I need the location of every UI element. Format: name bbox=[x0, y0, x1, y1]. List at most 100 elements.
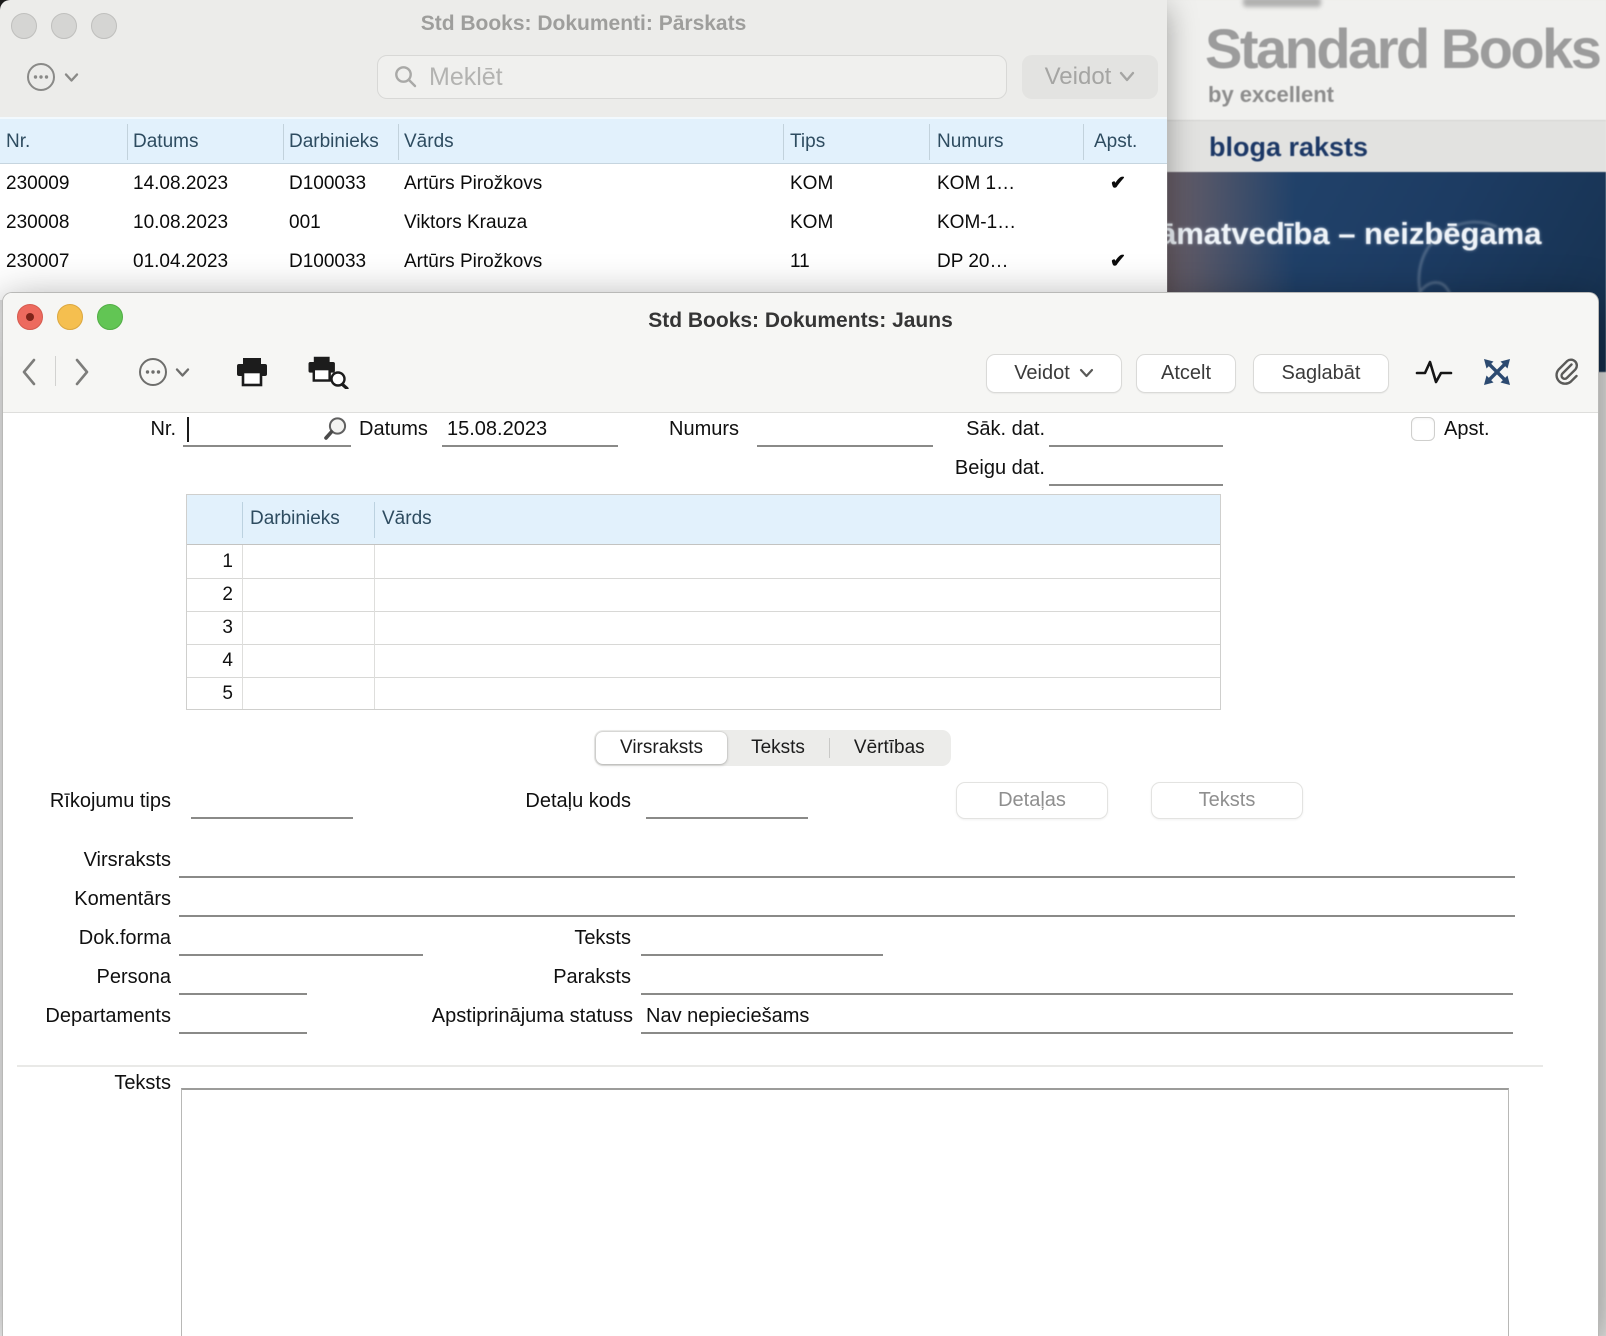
check-icon: ✔ bbox=[1110, 164, 1150, 203]
persona-label: Persona bbox=[3, 961, 171, 993]
search-input[interactable]: Meklēt bbox=[377, 55, 1007, 99]
grid-row-number: 1 bbox=[187, 545, 242, 578]
tab-virsraksts[interactable]: Virsraksts bbox=[596, 732, 727, 764]
column-header-darbinieks[interactable]: Darbinieks bbox=[289, 119, 379, 164]
teksts-button[interactable]: Teksts bbox=[1151, 782, 1303, 819]
paraksts-input[interactable] bbox=[641, 961, 1513, 995]
more-options-icon[interactable] bbox=[24, 60, 94, 94]
fg-window-titlebar[interactable]: Std Books: Dokuments: Jauns bbox=[3, 293, 1598, 341]
activity-icon[interactable] bbox=[1415, 351, 1453, 393]
lookup-icon[interactable] bbox=[322, 416, 349, 448]
rikojumu-tips-label: Rīkojumu tips bbox=[3, 785, 171, 817]
table-row[interactable]: 230007 01.04.2023 D100033 Artūrs Pirožko… bbox=[0, 242, 1167, 281]
create-button[interactable]: Veidot bbox=[986, 354, 1122, 393]
check-icon bbox=[1110, 203, 1150, 242]
tab-bar: Virsraksts Teksts Vērtības bbox=[594, 730, 951, 766]
hero-title: āmatvedība – neizbēgama bbox=[1167, 216, 1542, 252]
search-icon bbox=[393, 64, 419, 90]
column-header-numurs[interactable]: Numurs bbox=[937, 119, 1004, 164]
bg-window-title: Std Books: Dokumenti: Pārskats bbox=[0, 12, 1167, 36]
apstiprinajuma-statuss-label: Apstiprinājuma statuss bbox=[393, 1000, 633, 1032]
table-row[interactable]: 230008 10.08.2023 001 Viktors Krauza KOM… bbox=[0, 203, 1167, 242]
apst-checkbox[interactable] bbox=[1411, 417, 1435, 441]
komentars-label: Komentārs bbox=[3, 883, 171, 915]
check-icon: ✔ bbox=[1110, 242, 1150, 281]
search-placeholder: Meklēt bbox=[429, 63, 503, 92]
nr-label: Nr. bbox=[96, 413, 176, 445]
column-header-nr[interactable]: Nr. bbox=[6, 119, 30, 164]
attachment-icon[interactable] bbox=[1551, 351, 1581, 393]
dok-forma-label: Dok.forma bbox=[3, 922, 171, 954]
more-options-icon[interactable] bbox=[136, 351, 202, 393]
tab-teksts[interactable]: Teksts bbox=[727, 732, 829, 764]
list-header-row: Nr. Datums Darbinieks Vārds Tips Numurs … bbox=[0, 117, 1167, 164]
detalu-kods-input[interactable] bbox=[646, 785, 808, 819]
grid-cell-vards[interactable] bbox=[375, 545, 1220, 710]
beigu-dat-label: Beigu dat. bbox=[939, 452, 1045, 484]
column-header-tips[interactable]: Tips bbox=[790, 119, 825, 164]
sak-dat-input[interactable] bbox=[1049, 413, 1223, 447]
beigu-dat-input[interactable] bbox=[1049, 452, 1223, 486]
grid-column-vards: Vārds bbox=[382, 495, 432, 543]
brand-tagline: by excellent bbox=[1208, 82, 1334, 108]
datums-label: Datums bbox=[359, 413, 428, 445]
fg-window-title: Std Books: Dokuments: Jauns bbox=[3, 309, 1598, 333]
numurs-input[interactable] bbox=[757, 413, 933, 447]
section-divider bbox=[17, 1065, 1543, 1067]
column-header-vards[interactable]: Vārds bbox=[404, 119, 454, 164]
chevron-down-icon bbox=[1079, 368, 1094, 379]
datums-input[interactable]: 15.08.2023 bbox=[442, 413, 618, 447]
expand-icon[interactable] bbox=[1481, 351, 1513, 393]
print-icon[interactable] bbox=[233, 351, 271, 393]
persona-input[interactable] bbox=[179, 961, 307, 995]
save-button[interactable]: Saglabāt bbox=[1253, 354, 1389, 393]
employee-grid: Darbinieks Vārds 1 2 3 4 5 bbox=[186, 494, 1221, 710]
window-dokuments-jauns: Std Books: Dokuments: Jauns bbox=[2, 292, 1599, 1336]
apst-label: Apst. bbox=[1444, 413, 1490, 445]
departaments-label: Departaments bbox=[3, 1000, 171, 1032]
toolbar-divider bbox=[55, 356, 56, 386]
grid-row-number: 2 bbox=[187, 578, 242, 611]
grid-row-number: 5 bbox=[187, 677, 242, 710]
grid-row-number: 4 bbox=[187, 644, 242, 677]
chevron-down-icon bbox=[1119, 71, 1135, 83]
dok-forma-input[interactable] bbox=[179, 922, 423, 956]
bottom-teksts-label: Teksts bbox=[71, 1067, 171, 1099]
komentars-input[interactable] bbox=[179, 883, 1515, 917]
apstiprinajuma-statuss-input[interactable]: Nav nepieciešams bbox=[641, 1000, 1513, 1034]
paraksts-label: Paraksts bbox=[463, 961, 631, 993]
sak-dat-label: Sāk. dat. bbox=[943, 413, 1045, 445]
grid-row-number: 3 bbox=[187, 611, 242, 644]
detalu-kods-label: Detaļu kods bbox=[463, 785, 631, 817]
grid-cell-darbinieks[interactable] bbox=[243, 545, 374, 710]
tab-vertibas[interactable]: Vērtības bbox=[830, 732, 949, 764]
webpage-header: Standard Books by excellent bbox=[1167, 0, 1606, 120]
window-dokumenti-parskats: Std Books: Dokumenti: Pārskats Meklēt Ve… bbox=[0, 0, 1167, 300]
teksts-textarea[interactable] bbox=[181, 1088, 1509, 1336]
nr-input[interactable] bbox=[183, 413, 351, 447]
rikojumu-tips-input[interactable] bbox=[191, 785, 353, 819]
print-preview-icon[interactable] bbox=[305, 351, 351, 393]
grid-column-darbinieks: Darbinieks bbox=[250, 495, 340, 543]
column-header-apst[interactable]: Apst. bbox=[1094, 119, 1137, 164]
teksts-mid-label: Teksts bbox=[463, 922, 631, 954]
numurs-label: Numurs bbox=[669, 413, 739, 445]
document-list: 230009 14.08.2023 D100033 Artūrs Pirožko… bbox=[0, 164, 1167, 300]
virsraksts-input[interactable] bbox=[179, 844, 1515, 878]
teksts-mid-input[interactable] bbox=[641, 922, 883, 956]
create-button-inactive[interactable]: Veidot bbox=[1022, 55, 1158, 99]
brand-logo: Standard Books bbox=[1205, 16, 1599, 81]
webpage-nav-bar: bloga raksts bbox=[1167, 120, 1606, 173]
detalas-button[interactable]: Detaļas bbox=[956, 782, 1108, 819]
virsraksts-label: Virsraksts bbox=[3, 844, 171, 876]
forward-icon[interactable] bbox=[70, 351, 92, 393]
departaments-input[interactable] bbox=[179, 1000, 307, 1034]
table-row[interactable]: 230009 14.08.2023 D100033 Artūrs Pirožko… bbox=[0, 164, 1167, 203]
bg-window-titlebar[interactable]: Std Books: Dokumenti: Pārskats bbox=[0, 0, 1167, 50]
text-cursor bbox=[187, 417, 189, 442]
nav-item-bloga-raksts[interactable]: bloga raksts bbox=[1209, 132, 1368, 163]
back-icon[interactable] bbox=[19, 351, 41, 393]
cropped-text-fragment bbox=[1243, 0, 1321, 7]
column-header-datums[interactable]: Datums bbox=[133, 119, 198, 164]
cancel-button[interactable]: Atcelt bbox=[1136, 354, 1236, 393]
